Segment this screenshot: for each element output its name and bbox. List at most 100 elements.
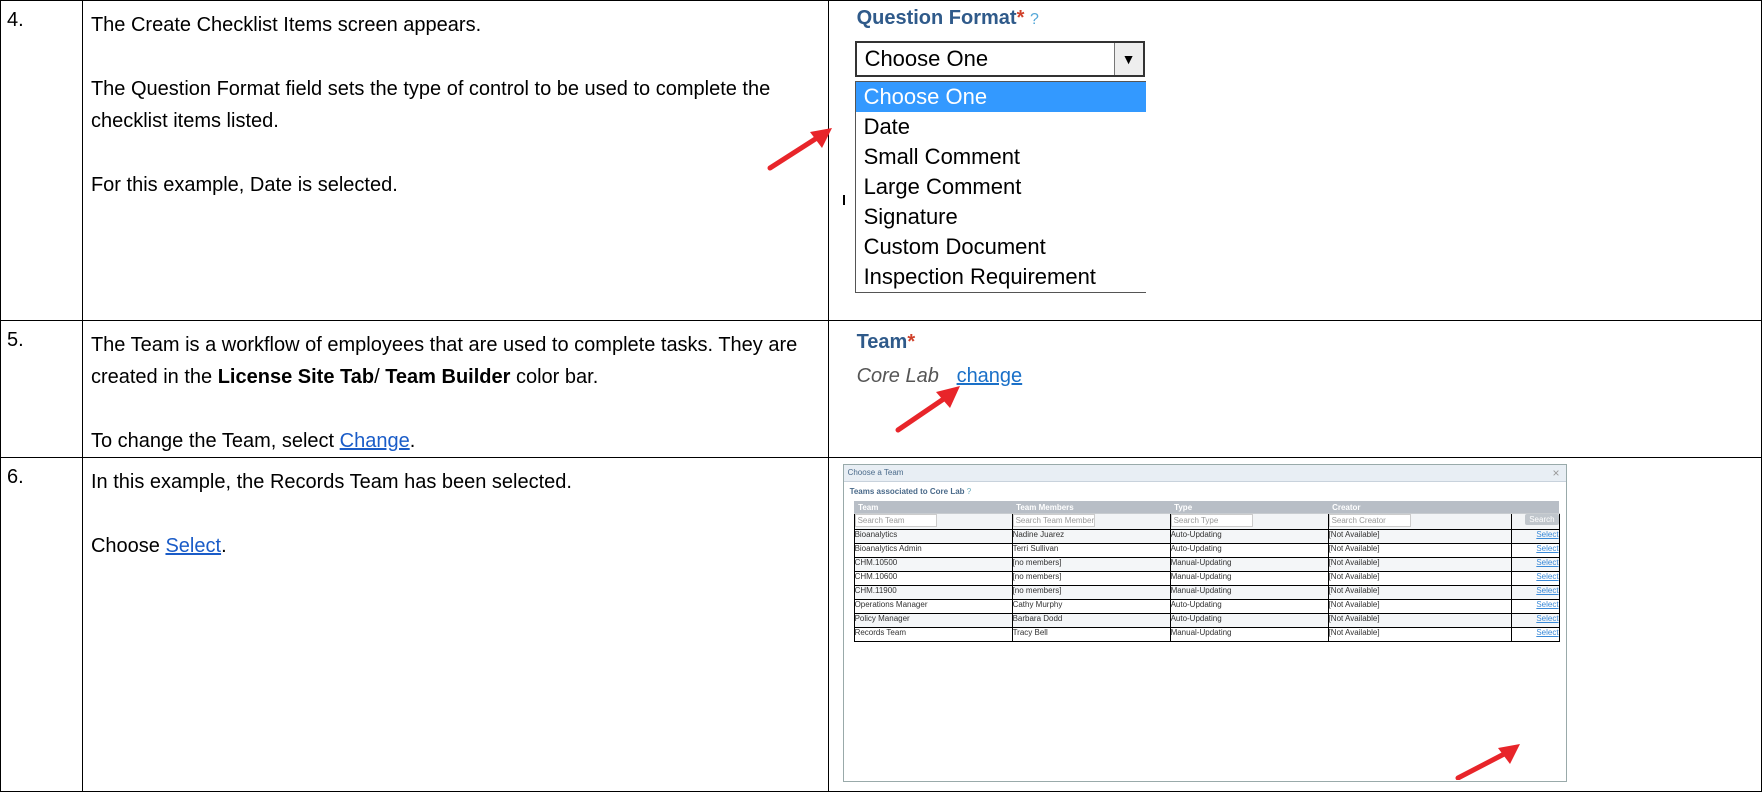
team-cell: Bioanalytics Admin [853, 543, 1013, 558]
column-header[interactable]: Team [854, 501, 1013, 514]
close-icon[interactable]: × [1553, 466, 1560, 480]
column-header[interactable]: Team Members [1012, 501, 1171, 514]
table-row: CHM.11900 [no members] Manual-Updating [Not… [853, 585, 1560, 600]
members-cell: Cathy Murphy [1011, 599, 1171, 614]
step-text: Choose Select. [90, 535, 227, 557]
select-link[interactable]: Select [1510, 627, 1560, 642]
help-icon[interactable]: ? [967, 487, 971, 496]
search-row: Search Team Search Team Member Search Ty… [853, 513, 1560, 530]
option-choose-one[interactable]: Choose One [855, 82, 1146, 112]
table-header: Team Team Members Type Creator [854, 501, 1560, 514]
option-large-comment[interactable]: Large Comment [856, 172, 1146, 202]
select-link[interactable]: Select [1510, 613, 1560, 628]
step-description: The Team is a workflow of employees that… [81, 320, 829, 458]
option-date[interactable]: Date [856, 112, 1146, 142]
creator-cell: [Not Available] [1327, 585, 1512, 600]
select-link[interactable]: Select [1510, 529, 1560, 544]
search-type-input[interactable]: Search Type [1170, 514, 1253, 527]
type-cell: Manual-Updating [1169, 627, 1329, 642]
team-label: Team* [856, 331, 916, 353]
chevron-down-icon[interactable]: ▼ [1113, 43, 1143, 75]
dialog-header: Choose a Team × [843, 465, 1566, 482]
red-arrow-icon [1455, 744, 1520, 780]
members-cell: [no members] [1011, 585, 1171, 600]
team-cell: Records Team [853, 627, 1013, 642]
step-text: To change the Team, select Change. [90, 430, 416, 452]
creator-cell: [Not Available] [1327, 571, 1512, 586]
table-row: Operations Manager Cathy Murphy Auto-Updat… [853, 599, 1560, 614]
choose-team-dialog: Choose a Team × Teams associated to Core… [842, 464, 1567, 782]
table-row: Policy Manager Barbara Dodd Auto-Updating[… [853, 613, 1560, 628]
table-row: Bioanalytics Admin Terri Sullivan Auto-Upd… [853, 543, 1560, 558]
members-cell: [no members] [1011, 571, 1171, 586]
step-number: 4. [0, 0, 83, 321]
creator-cell: [Not Available] [1327, 627, 1512, 642]
team-rows: Bioanalytics Nadine Juarez Auto-Updating [N… [853, 529, 1560, 642]
selected-value: Choose One [864, 46, 989, 71]
step-text: In this example, the Records Team has be… [90, 471, 572, 493]
step-text: The Question Format field sets the type … [90, 78, 771, 132]
red-arrow-icon [895, 386, 960, 433]
team-cell: CHM.10600 [853, 571, 1013, 586]
select-link[interactable]: Select [1510, 543, 1560, 558]
column-header[interactable]: Creator [1328, 501, 1512, 514]
step-row-5: 5. The Team is a workflow of employees t… [0, 320, 1762, 458]
question-format-select[interactable]: Choose One ▼ [854, 41, 1145, 77]
team-screenshot: Team* Core Lab change [827, 320, 1762, 458]
instruction-table: 4. The Create Checklist Items screen app… [0, 0, 1762, 792]
team-cell: Policy Manager [853, 613, 1013, 628]
creator-cell: [Not Available] [1327, 599, 1512, 614]
type-cell: Auto-Updating [1169, 529, 1329, 544]
search-team-input[interactable]: Search Team [854, 514, 937, 527]
select-link[interactable]: Select [1510, 557, 1560, 572]
members-cell: Barbara Dodd [1011, 613, 1171, 628]
step-description: The Create Checklist Items screen appear… [81, 0, 829, 321]
column-header [1511, 501, 1560, 514]
select-link[interactable]: Select [1510, 585, 1560, 600]
option-small-comment[interactable]: Small Comment [856, 142, 1146, 172]
divider [842, 195, 845, 205]
help-icon[interactable]: ? [1030, 11, 1039, 28]
type-cell: Manual-Updating [1169, 571, 1329, 586]
column-header[interactable]: Type [1170, 501, 1329, 514]
creator-cell: [Not Available] [1327, 613, 1512, 628]
select-link[interactable]: Select [165, 535, 221, 557]
dialog-title: Choose a Team [847, 468, 904, 477]
table-row: CHM.10600 [no members] Manual-Updating [Not… [853, 571, 1560, 586]
table-row: Bioanalytics Nadine Juarez Auto-Updating [N… [853, 529, 1560, 544]
team-cell: CHM.10500 [853, 557, 1013, 572]
team-change-link[interactable]: change [957, 365, 1023, 388]
question-format-options: Choose One Date Small Comment Large Comm… [854, 81, 1146, 293]
creator-cell: [Not Available] [1327, 543, 1512, 558]
step-number: 6. [0, 457, 83, 792]
type-cell: Auto-Updating [1169, 543, 1329, 558]
step-text: For this example, Date is selected. [90, 174, 398, 196]
select-link[interactable]: Select [1510, 599, 1560, 614]
team-cell: Operations Manager [853, 599, 1013, 614]
dialog-subtitle: Teams associated to Core Lab ? [849, 487, 972, 496]
team-table: Team Team Members Type Creator Search Te… [853, 501, 1560, 642]
step-text: The Create Checklist Items screen appear… [90, 14, 482, 36]
members-cell: [no members] [1011, 557, 1171, 572]
option-signature[interactable]: Signature [856, 202, 1146, 232]
step-description: In this example, the Records Team has be… [81, 457, 829, 792]
step-number: 5. [0, 320, 83, 458]
change-link[interactable]: Change [340, 430, 410, 452]
type-cell: Manual-Updating [1169, 557, 1329, 572]
table-row: CHM.10500 [no members] Manual-Updating [Not… [853, 557, 1560, 572]
option-custom-document[interactable]: Custom Document [856, 232, 1146, 262]
search-creator-input[interactable]: Search Creator [1328, 514, 1411, 527]
type-cell: Auto-Updating [1169, 613, 1329, 628]
table-row: Records Team Tracy Bell Manual-Updating [No… [853, 627, 1560, 642]
members-cell: Nadine Juarez [1011, 529, 1171, 544]
search-button[interactable]: Search [1525, 514, 1559, 525]
select-link[interactable]: Select [1510, 571, 1560, 586]
members-cell: Tracy Bell [1011, 627, 1171, 642]
members-cell: Terri Sullivan [1011, 543, 1171, 558]
option-inspection-requirement[interactable]: Inspection Requirement [856, 262, 1146, 292]
choose-team-screenshot: Choose a Team × Teams associated to Core… [827, 457, 1762, 792]
search-member-input[interactable]: Search Team Member [1012, 514, 1095, 527]
team-cell: CHM.11900 [853, 585, 1013, 600]
type-cell: Manual-Updating [1169, 585, 1329, 600]
creator-cell: [Not Available] [1327, 529, 1512, 544]
